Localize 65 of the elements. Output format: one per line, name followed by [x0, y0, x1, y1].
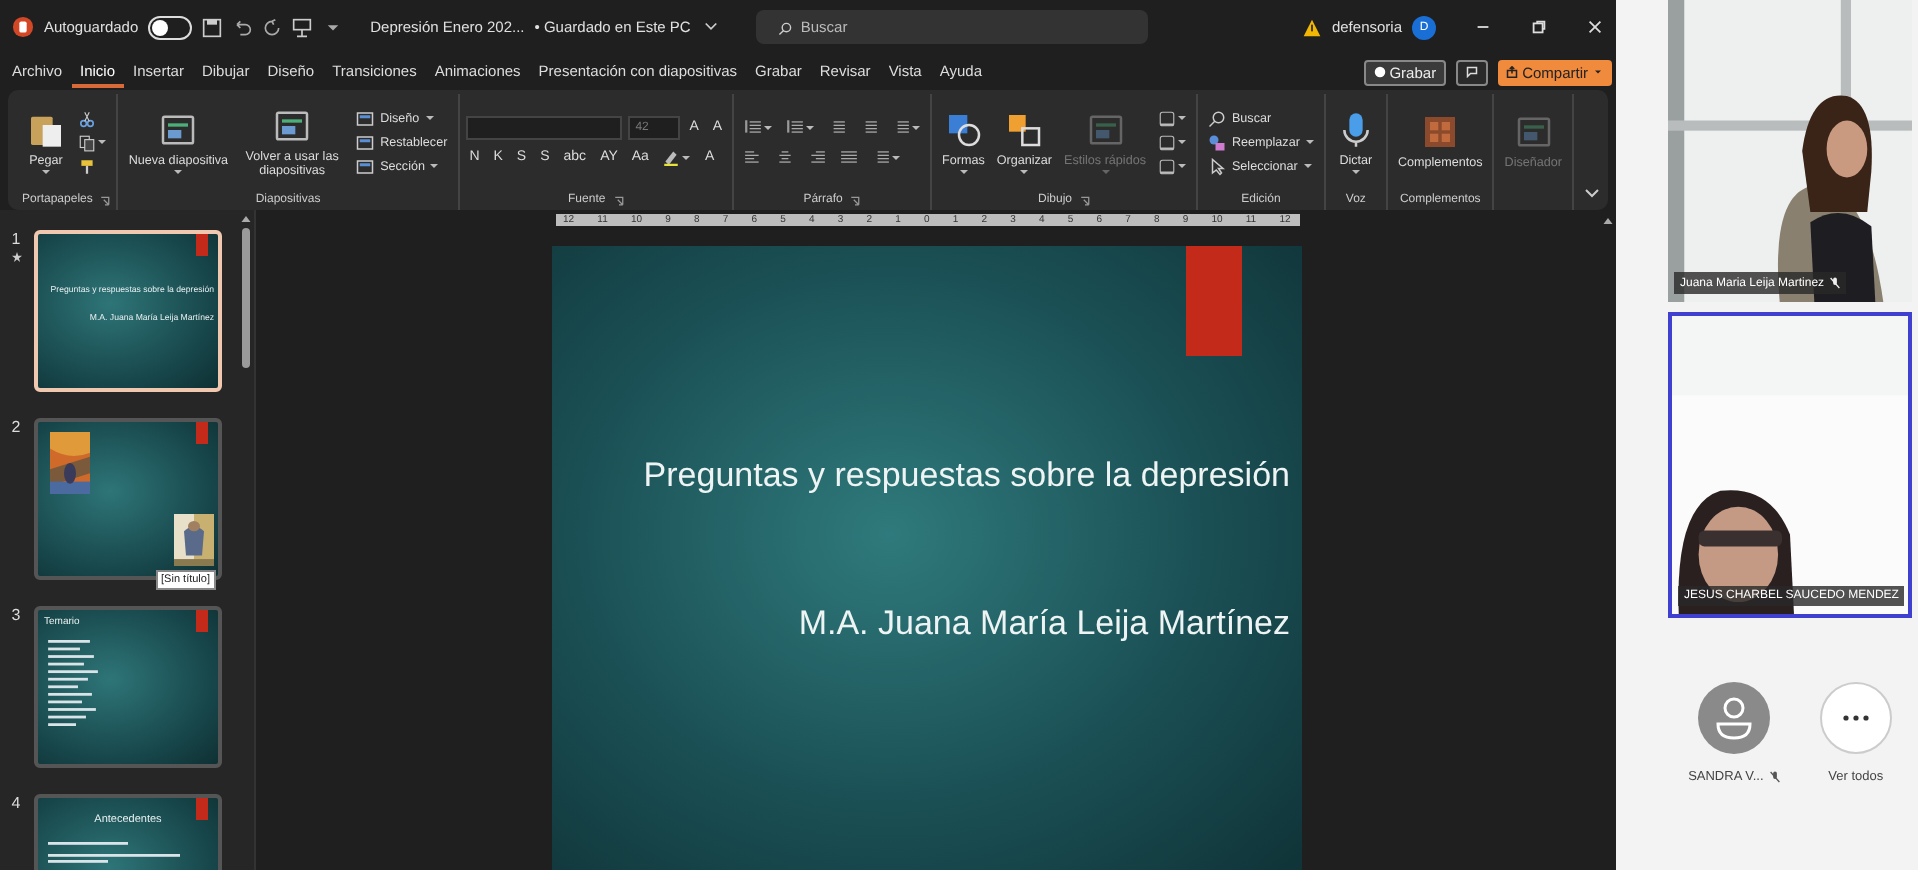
scissors-icon: [78, 109, 96, 127]
dialog-launcher-icon[interactable]: [100, 195, 111, 205]
slide-number: 1: [11, 230, 21, 248]
justify-button[interactable]: [836, 146, 863, 168]
undo-icon[interactable]: [232, 17, 253, 37]
align-center-icon: [776, 148, 795, 166]
numbering-icon: [786, 118, 805, 136]
accent-bar: [196, 234, 208, 256]
copy-icon: [78, 133, 96, 151]
autosave-toggle[interactable]: [148, 15, 193, 39]
justify-icon: [840, 148, 859, 166]
numbering-button[interactable]: [782, 116, 819, 138]
presentation-icon[interactable]: [292, 17, 313, 37]
accent-bar: [196, 798, 208, 820]
search-icon: [1207, 109, 1226, 127]
record-icon: [1373, 66, 1386, 78]
save-icon[interactable]: [202, 17, 223, 37]
redo-icon[interactable]: [262, 17, 283, 37]
grid-icon: [1420, 112, 1461, 153]
copy-button[interactable]: [74, 131, 110, 153]
brush-icon: [78, 157, 96, 175]
accent-bar: [196, 422, 208, 444]
replace-icon: [1207, 133, 1226, 151]
font-field[interactable]: [465, 115, 622, 139]
restore-icon[interactable]: [1530, 18, 1548, 36]
collapse-icon[interactable]: [1584, 186, 1600, 202]
accent-bar: [196, 610, 208, 632]
section-icon: [356, 157, 375, 175]
warning-icon[interactable]: [1301, 17, 1322, 37]
scroll-up-icon[interactable]: [239, 214, 251, 224]
share-icon: [1506, 66, 1519, 78]
person-avatar[interactable]: [1697, 682, 1770, 754]
dialog-launcher-icon[interactable]: [1080, 195, 1091, 205]
dialog-launcher-icon[interactable]: [613, 195, 624, 205]
search-icon: [774, 20, 797, 38]
scroll-up-icon[interactable]: [1601, 216, 1613, 226]
accent-bar: [1186, 246, 1242, 356]
text-lines-drawing: [48, 640, 100, 726]
slide-number: 2: [11, 418, 21, 436]
slide-number: 3: [11, 606, 21, 624]
cursor-icon: [1207, 157, 1226, 175]
comments-button[interactable]: [1456, 59, 1489, 85]
bullets-button[interactable]: [740, 116, 777, 138]
bullets-icon: [744, 118, 763, 136]
slide-title[interactable]: Preguntas y respuestas sobre la depresión: [643, 456, 1290, 496]
indent-icon: [860, 118, 879, 136]
align-right-icon: [808, 148, 827, 166]
shapes-icon: [943, 110, 984, 151]
slide-number: 4: [11, 794, 21, 812]
outdent-icon: [828, 118, 847, 136]
highlighter-button[interactable]: [658, 146, 695, 168]
slide-subtitle[interactable]: M.A. Juana María Leija Martínez: [798, 604, 1290, 644]
new-slide-icon: [158, 110, 199, 151]
layout-icon: [356, 109, 375, 127]
columns-icon: [872, 148, 891, 166]
dialog-launcher-icon[interactable]: [850, 195, 861, 205]
highlighter-icon: [662, 148, 681, 166]
scrollbar-thumb[interactable]: [241, 228, 249, 368]
close-icon[interactable]: [1586, 18, 1604, 36]
comment-icon: [1466, 66, 1479, 78]
caret-icon: [1592, 66, 1604, 78]
arrange-icon: [1004, 110, 1045, 151]
align-left-icon: [744, 148, 763, 166]
spacing-icon: [892, 118, 911, 136]
app-icon: [12, 16, 34, 38]
